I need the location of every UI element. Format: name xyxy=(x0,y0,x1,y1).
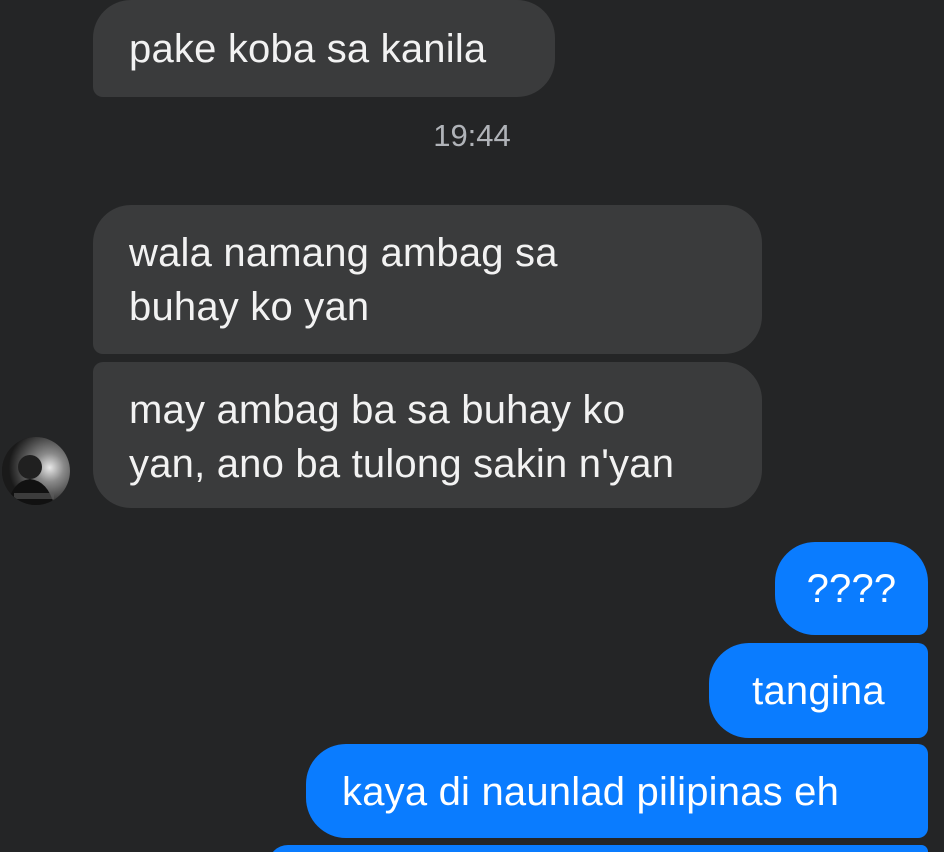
sent-message[interactable]: tangina xyxy=(709,643,928,738)
received-message[interactable]: pake koba sa kanila xyxy=(93,0,555,97)
sent-message[interactable]: ???? xyxy=(775,542,928,635)
avatar-icon xyxy=(2,437,70,505)
received-message[interactable]: may ambag ba sa buhay ko yan, ano ba tul… xyxy=(93,362,762,508)
sent-message[interactable]: kaya di naunlad pilipinas eh xyxy=(306,744,928,838)
contact-avatar[interactable] xyxy=(2,437,70,505)
received-message[interactable]: wala namang ambag sa buhay ko yan xyxy=(93,205,762,354)
sent-message[interactable] xyxy=(268,845,928,852)
message-timestamp: 19:44 xyxy=(433,118,511,153)
